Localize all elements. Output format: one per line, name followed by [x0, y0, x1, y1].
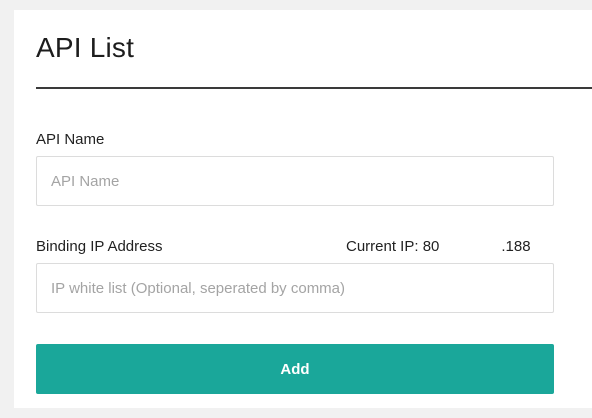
ip-whitelist-input[interactable]: [36, 263, 554, 313]
current-ip-start: 80: [422, 238, 440, 255]
api-list-panel: API List API Name Binding IP Address Cur…: [14, 10, 592, 408]
current-ip-display: Current IP: 80 .188: [346, 238, 554, 255]
api-name-label: API Name: [36, 131, 105, 148]
current-ip-label: Current IP:: [346, 238, 419, 255]
page-title: API List: [36, 32, 135, 63]
binding-ip-label: Binding IP Address: [36, 238, 163, 255]
title-divider: [36, 87, 592, 89]
add-button[interactable]: Add: [36, 344, 554, 394]
api-name-input[interactable]: [36, 156, 554, 206]
current-ip-end: .188: [501, 238, 531, 255]
